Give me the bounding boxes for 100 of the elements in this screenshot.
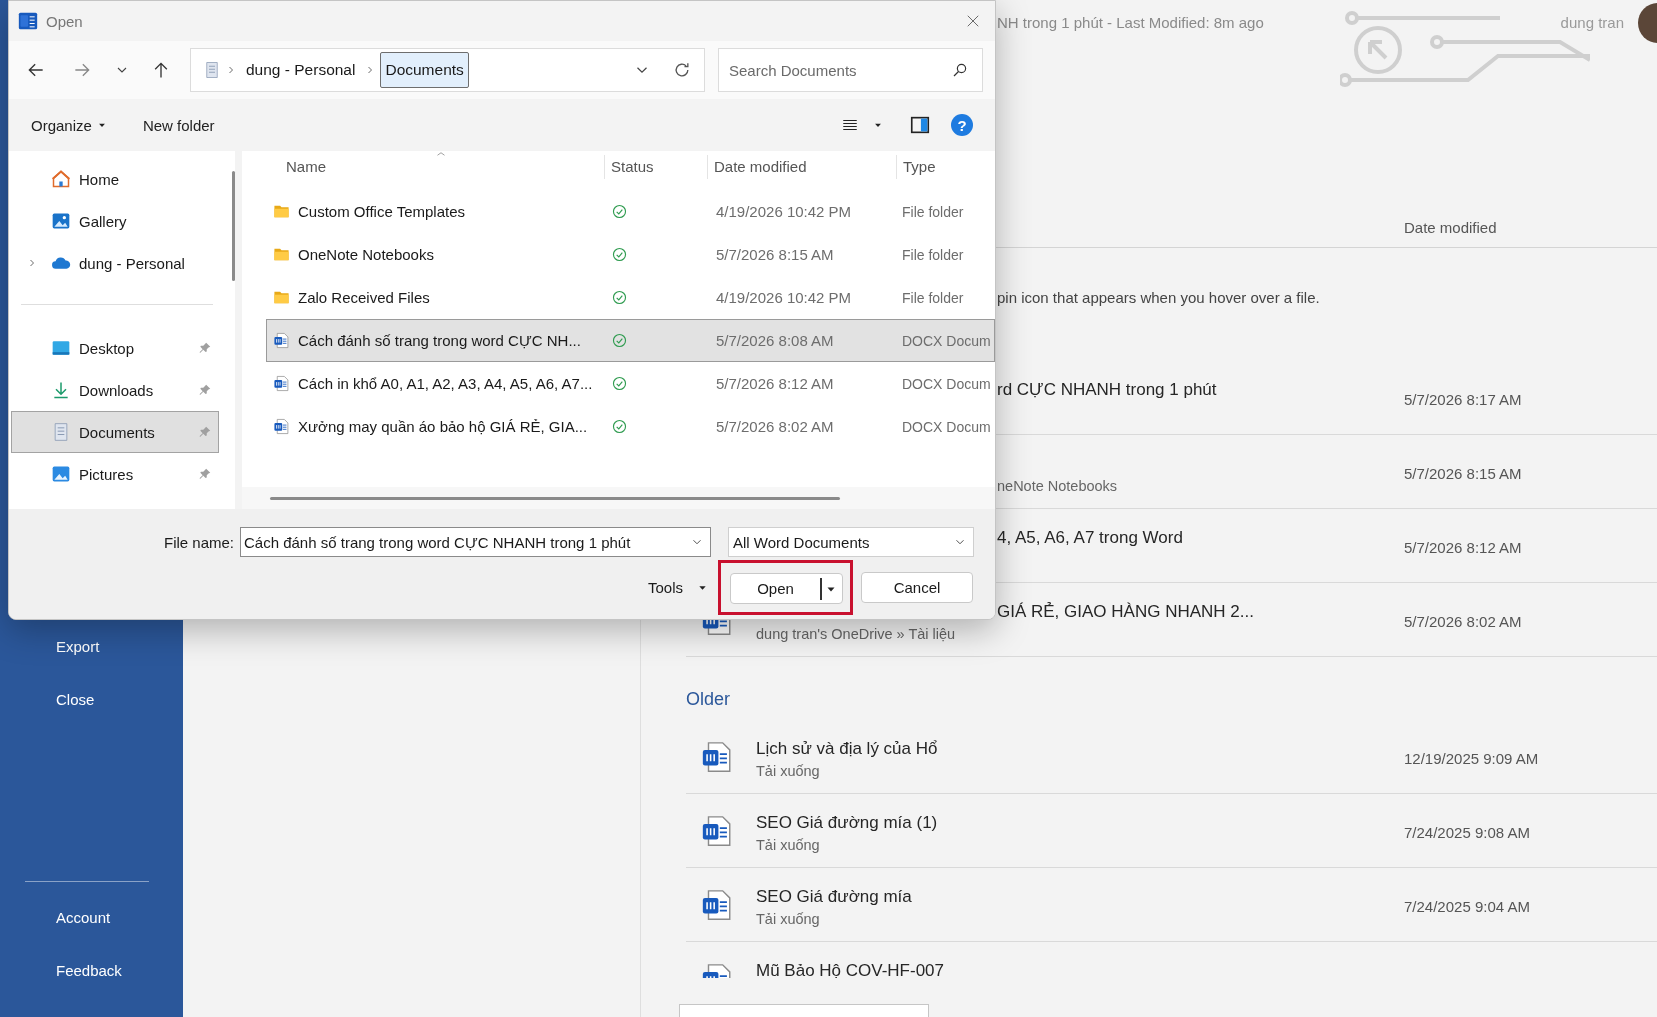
nav-item[interactable]: Home: [11, 158, 219, 200]
file-row[interactable]: OneNote Notebooks 5/7/2026 8:15 AM File folder: [266, 233, 995, 276]
date-modified: 4/19/2026 10:42 PM: [715, 203, 853, 220]
app-icon: [18, 11, 38, 31]
desktop-icon: [51, 338, 71, 358]
date-modified: 5/7/2026 8:15 AM: [715, 246, 835, 263]
file-row[interactable]: Cách đánh số trang trong word CỰC NH... 5/7/2026 8:08 AM DOCX Docum: [266, 319, 995, 362]
date-modified: 7/24/2025 9:08 AM: [1404, 823, 1530, 841]
date-modified: 12/19/2025 9:09 AM: [1404, 749, 1539, 767]
section-heading: Older: [686, 689, 730, 709]
date-modified: 4/19/2026 10:42 PM: [715, 289, 853, 306]
home-icon: [51, 169, 71, 189]
file-type: File folder: [901, 289, 965, 306]
address-bar[interactable]: dung - Personal Documents: [190, 48, 705, 92]
file-title: 4, A5, A6, A7 trong Word: [997, 527, 1183, 549]
check-circle-icon: [611, 418, 628, 435]
recent-file-row[interactable]: SEO Giá đường mía (1) Tải xuống 7/24/2025 9:08 AM: [686, 794, 1657, 868]
check-circle-icon: [611, 289, 628, 306]
download-icon: [51, 380, 71, 400]
file-type-dropdown[interactable]: All Word Documents: [728, 527, 974, 557]
date-modified: 5/7/2026 8:02 AM: [715, 418, 835, 435]
file-type: DOCX Docum: [901, 418, 992, 435]
file-type: File folder: [901, 203, 965, 220]
scrollbar-thumb[interactable]: [270, 496, 840, 500]
recent-file-row[interactable]: Lịch sử và địa lý của Hổ Tải xuống 12/19/2025 9:09 AM: [686, 720, 1657, 794]
file-title: SEO Giá đường mía (1): [756, 812, 938, 834]
document-icon: [273, 332, 290, 349]
file-row[interactable]: Zalo Received Files 4/19/2026 10:42 PM File folder: [266, 276, 995, 319]
column-header[interactable]: Date modified: [1404, 219, 1497, 236]
file-name: OneNote Notebooks: [298, 246, 434, 263]
recent-file-row[interactable]: SEO Giá đường mía Tải xuống 7/24/2025 9:04 AM: [686, 868, 1657, 942]
gallery-icon: [51, 211, 71, 231]
file-title: Lịch sử và địa lý của Hổ: [756, 738, 938, 760]
sidebar-item[interactable]: Close: [0, 684, 105, 716]
check-circle-icon: [611, 332, 628, 349]
folder-icon: [273, 246, 290, 263]
open-button[interactable]: Open: [730, 573, 843, 604]
file-type: DOCX Docum: [901, 375, 992, 392]
hint-text: pin icon that appears when you hover over a file.: [997, 289, 1320, 306]
nav-item[interactable]: Downloads: [11, 369, 219, 411]
check-circle-icon: [611, 375, 628, 392]
document-library-icon: [203, 59, 221, 81]
file-name: Cách in khổ A0, A1, A2, A3, A4, A5, A6, A7...: [298, 375, 593, 392]
window-title: Open: [46, 12, 84, 30]
file-name: Xưởng may quần áo bảo hộ GIÁ RẺ, GIA...: [298, 418, 588, 435]
field-label: File name:: [162, 533, 234, 551]
file-name: Custom Office Templates: [298, 203, 465, 220]
file-location: dung tran's OneDrive » Tài liệu: [756, 625, 956, 644]
file-name: Zalo Received Files: [298, 289, 430, 306]
date-modified: 5/7/2026 8:17 AM: [1404, 390, 1522, 408]
nav-item[interactable]: Documents: [11, 411, 219, 453]
sidebar-item[interactable]: Account: [0, 902, 121, 934]
help-icon[interactable]: ?: [951, 114, 973, 136]
file-title: rd CỰC NHANH trong 1 phút: [997, 379, 1217, 401]
column-header[interactable]: Name: [266, 155, 604, 179]
date-modified: 7/24/2025 9:04 AM: [1404, 897, 1530, 915]
breadcrumb-item[interactable]: dung - Personal: [241, 52, 361, 88]
date-modified: 5/7/2026 8:02 AM: [1404, 612, 1522, 630]
file-location: neNote Notebooks: [997, 477, 1118, 496]
scrollbar-thumb[interactable]: [232, 171, 235, 281]
column-header[interactable]: Type: [896, 155, 995, 179]
file-title: SEO Giá đường mía: [756, 886, 912, 908]
organize-button[interactable]: Organize: [25, 112, 113, 138]
file-location: Tải xuống: [756, 910, 820, 929]
check-circle-icon: [611, 246, 628, 263]
search-field[interactable]: Search Documents: [718, 48, 983, 92]
folder-icon: [273, 203, 290, 220]
date-modified: 5/7/2026 8:08 AM: [715, 332, 835, 349]
document-icon: [273, 375, 290, 392]
file-row[interactable]: Custom Office Templates 4/19/2026 10:42 PM File folder: [266, 190, 995, 233]
file-location: Tải xuống: [756, 836, 820, 855]
date-modified: 5/7/2026 8:12 AM: [1404, 538, 1522, 556]
file-name: Cách đánh số trang trong word CỰC NH...: [298, 332, 581, 349]
check-circle-icon: [611, 203, 628, 220]
file-type: DOCX Docum: [901, 332, 992, 349]
document-title: NH trong 1 phút - Last Modified: 8m ago: [997, 14, 1264, 31]
breadcrumb-item[interactable]: Documents: [380, 52, 469, 88]
file-title: GIÁ RẺ, GIAO HÀNG NHANH 2...: [997, 601, 1254, 623]
date-modified: 5/7/2026 8:12 AM: [715, 375, 835, 392]
cancel-button[interactable]: Cancel: [861, 572, 973, 603]
file-location: Tải xuống: [756, 762, 820, 781]
date-modified: 5/7/2026 8:15 AM: [1404, 464, 1522, 482]
file-type: File folder: [901, 246, 965, 263]
file-name-field[interactable]: Cách đánh số trang trong word CỰC NHANH trong 1 phút: [240, 527, 711, 557]
file-title: Mũ Bảo Hộ COV-HF-007: [756, 960, 944, 978]
nav-item[interactable]: Pictures: [11, 453, 219, 495]
document-icon: [273, 418, 290, 435]
sidebar-item[interactable]: Export: [0, 631, 110, 663]
column-header[interactable]: Status: [604, 155, 707, 179]
sidebar-item[interactable]: Feedback: [0, 955, 132, 987]
nav-item[interactable]: Gallery: [11, 200, 219, 242]
column-header[interactable]: Date modified: [707, 155, 896, 179]
user-name: dung tran: [1560, 14, 1624, 31]
preview-pane-icon[interactable]: [909, 114, 931, 136]
pictures-icon: [51, 464, 71, 484]
nav-item[interactable]: dung - Personal: [11, 242, 219, 284]
search-icon[interactable]: [951, 61, 969, 79]
folder-icon: [273, 289, 290, 306]
new-folder-button[interactable]: New folder: [136, 112, 221, 138]
nav-item[interactable]: Desktop: [11, 327, 219, 369]
